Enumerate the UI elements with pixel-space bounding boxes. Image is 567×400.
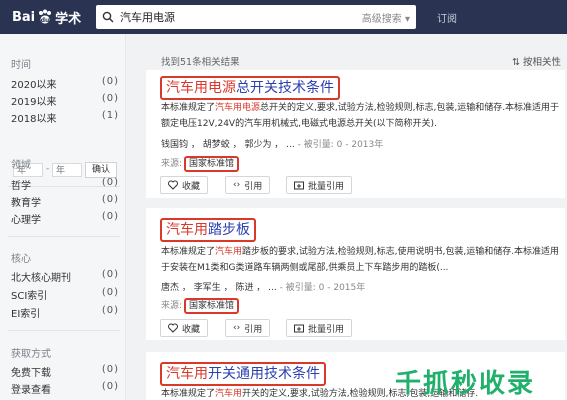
result-meta: 钱国钧 ， 胡梦蛟 ， 郭少为 ， ... - 被引量: 0 - 2013年 [161, 137, 383, 150]
core-filter-item[interactable]: EI索引 (0) [11, 305, 119, 320]
divider [8, 330, 120, 331]
baidu-xueshu-logo[interactable]: Bai du 学术 [12, 7, 81, 27]
time-filter-item[interactable]: 2019以来 (0) [11, 93, 119, 108]
divider [8, 236, 120, 237]
source-tag[interactable]: 国家标准馆 [184, 156, 240, 172]
watermark: 千抓秒收录 [395, 369, 536, 399]
year-dash: - [46, 164, 50, 174]
paw-icon: du [36, 8, 54, 26]
cite-button[interactable]: ‹› 引用 [225, 176, 271, 194]
result-authors[interactable]: 钱国钧 ， 胡梦蛟 ， 郭少为 ， ... [161, 140, 295, 150]
result-year: - 2013年 [345, 140, 384, 150]
access-filter-title: 获取方式 [11, 349, 51, 360]
result-meta: 唐杰 ， 李军生 ， 陈进 ， ... - 被引量: 0 - 2015年 [161, 280, 365, 293]
time-filter-item[interactable]: 2020以来 (0) [11, 76, 119, 91]
result-title[interactable]: 汽车用开关通用技术条件 [160, 362, 326, 386]
result-year: - 2015年 [327, 283, 366, 293]
svg-text:du: du [41, 17, 50, 24]
logo-bai: Bai [12, 9, 36, 25]
collect-button[interactable]: 收藏 [160, 319, 209, 337]
cited-count: - 被引量: 0 [279, 283, 325, 293]
field-filter-item[interactable]: 哲学 (0) [11, 177, 119, 192]
result-source: 来源: 国家标准馆 [161, 298, 240, 314]
year-to-input[interactable] [52, 163, 82, 177]
access-filter-item[interactable]: 登录查看 (0) [11, 381, 119, 396]
heart-icon [168, 323, 178, 333]
advanced-search-link[interactable]: 高级搜索 ▾ [362, 10, 410, 25]
search-input[interactable] [120, 10, 320, 24]
access-filter-item[interactable]: 免费下载 (0) [11, 364, 119, 379]
sort-by-relevance[interactable]: ⇅ 按相关性 [512, 54, 561, 68]
time-filter-item[interactable]: 2018以来 (1) [11, 110, 119, 125]
field-filter-item[interactable]: 心理学 (0) [11, 211, 119, 226]
result-authors[interactable]: 唐杰 ， 李军生 ， 陈进 ， ... [161, 283, 277, 293]
search-icon[interactable] [96, 5, 120, 29]
field-filter-item[interactable]: 教育学 (0) [11, 194, 119, 209]
cite-button[interactable]: ‹› 引用 [225, 319, 271, 337]
sort-icon: ⇅ [512, 57, 523, 68]
time-filter-title: 时间 [11, 60, 31, 71]
results-area: 找到51条相关结果 ⇅ 按相关性 汽车用电源总开关技术条件 本标准规定了汽车用电… [136, 34, 567, 400]
code-icon: ‹› [233, 323, 241, 333]
result-title[interactable]: 汽车用踏步板 [160, 218, 256, 242]
result-snippet: 本标准规定了汽车用踏步板的要求,试验方法,检验规则,标志,使用说明书,包装,运输… [161, 247, 560, 273]
cited-count: - 被引量: 0 [297, 140, 343, 150]
heart-icon [168, 180, 178, 190]
batch-cite-button[interactable]: 批量引用 [286, 176, 353, 194]
logo-text: 学术 [55, 11, 82, 27]
year-confirm-button[interactable]: 确认 [85, 162, 117, 178]
batch-cite-button[interactable]: 批量引用 [286, 319, 353, 337]
code-icon: ‹› [233, 180, 241, 190]
core-filter-item[interactable]: SCI索引 (0) [11, 287, 119, 302]
core-filter-item[interactable]: 北大核心期刊 (0) [11, 269, 119, 284]
result-count: 找到51条相关结果 [161, 57, 240, 68]
top-bar: Bai du 学术 高级搜索 ▾ 订阅 [0, 0, 567, 34]
result-card: 汽车用电源总开关技术条件 本标准规定了汽车用电源总开关的定义,要求,试验方法,检… [146, 70, 565, 198]
result-title[interactable]: 汽车用电源总开关技术条件 [160, 76, 340, 100]
core-filter-title: 核心 [11, 254, 31, 265]
search-box[interactable]: 高级搜索 ▾ [96, 5, 416, 29]
folder-plus-icon [294, 324, 304, 333]
field-filter-title: 领域 [11, 160, 31, 171]
source-tag[interactable]: 国家标准馆 [184, 298, 240, 314]
result-card: 汽车用踏步板 本标准规定了汽车用踏步板的要求,试验方法,检验规则,标志,使用说明… [146, 208, 565, 340]
subscribe-link[interactable]: 订阅 [437, 10, 457, 25]
folder-plus-icon [294, 181, 304, 190]
result-snippet: 本标准规定了汽车用电源总开关的定义,要求,试验方法,检验规则,标志,包装,运输和… [161, 103, 560, 129]
result-source: 来源: 国家标准馆 [161, 156, 240, 172]
collect-button[interactable]: 收藏 [160, 176, 209, 194]
